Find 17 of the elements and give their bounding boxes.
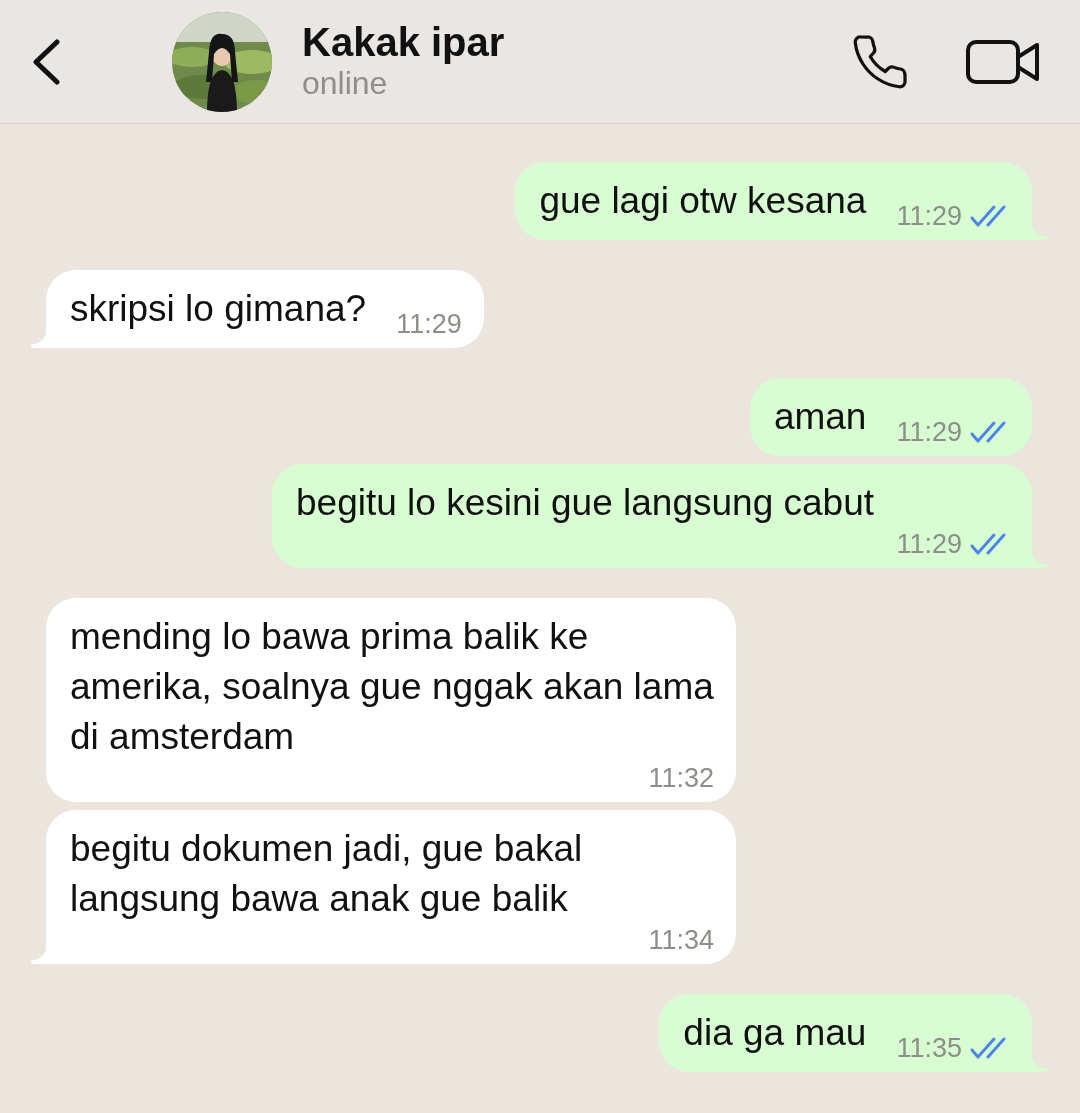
contact-status: online bbox=[302, 64, 389, 103]
message-time: 11:29 bbox=[896, 416, 962, 448]
video-camera-icon[interactable] bbox=[966, 37, 1040, 86]
contact-name: Kakak ipar bbox=[302, 20, 506, 65]
message-time: 11:35 bbox=[896, 1032, 962, 1064]
message-text: dia ga mau bbox=[683, 1011, 867, 1055]
message-time: 11:29 bbox=[396, 308, 462, 340]
message-time: 11:29 bbox=[896, 200, 962, 232]
message-text: gue lagi otw kesana bbox=[539, 179, 867, 223]
message-time: 11:29 bbox=[896, 528, 962, 560]
message-text: begitu dokumen jadi, gue bakal langsung bawa anak gue balik bbox=[70, 827, 584, 921]
message-time: 11:34 bbox=[648, 924, 714, 956]
message-text: mending lo bawa prima balik ke amerika, soalnya gue nggak akan lama di amsterdam bbox=[70, 615, 714, 759]
message-time: 11:32 bbox=[648, 762, 714, 794]
message-text: begitu lo kesini gue langsung cabut bbox=[296, 481, 875, 525]
message-text: aman bbox=[773, 395, 867, 439]
message-text: skripsi lo gimana? bbox=[70, 287, 367, 331]
